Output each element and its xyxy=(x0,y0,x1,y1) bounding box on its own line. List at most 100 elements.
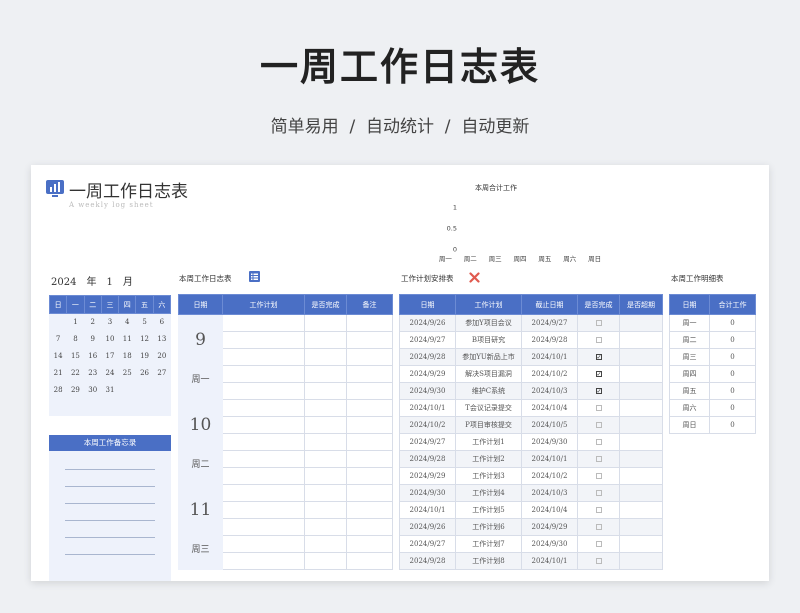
log-plan-cell[interactable] xyxy=(222,484,305,502)
log-done-cell[interactable] xyxy=(304,467,347,485)
log-done-cell[interactable] xyxy=(304,314,347,332)
calendar-day[interactable]: 16 xyxy=(83,347,102,365)
log-note-cell[interactable] xyxy=(346,535,393,553)
checkbox[interactable] xyxy=(595,320,602,326)
log-done-cell[interactable] xyxy=(304,450,347,468)
plan-task-cell: 解决S项目漏洞 xyxy=(455,365,522,383)
calendar-day[interactable]: 8 xyxy=(66,330,85,348)
log-plan-cell[interactable] xyxy=(222,552,305,570)
checkbox[interactable] xyxy=(595,558,602,564)
calendar-day[interactable]: 25 xyxy=(118,364,137,382)
log-note-cell[interactable] xyxy=(346,382,393,400)
log-done-cell[interactable] xyxy=(304,552,347,570)
checkbox[interactable] xyxy=(595,541,602,547)
log-note-cell[interactable] xyxy=(346,399,393,417)
log-plan-cell[interactable] xyxy=(222,416,305,434)
log-note-cell[interactable] xyxy=(346,450,393,468)
calendar-day[interactable]: 30 xyxy=(83,381,102,399)
checkbox[interactable] xyxy=(595,490,602,496)
calendar-day[interactable]: 17 xyxy=(100,347,120,365)
memo-line[interactable] xyxy=(65,520,155,521)
calendar-day[interactable]: 9 xyxy=(83,330,102,348)
log-note-cell[interactable] xyxy=(346,365,393,383)
calendar-day[interactable]: 11 xyxy=(118,330,137,348)
calendar-day[interactable]: 12 xyxy=(135,330,154,348)
log-note-cell[interactable] xyxy=(346,348,393,366)
calendar-year[interactable]: 2024 xyxy=(51,277,76,288)
calendar-day[interactable]: 10 xyxy=(100,330,120,348)
log-plan-cell[interactable] xyxy=(222,501,305,519)
calendar-day[interactable]: 1 xyxy=(66,313,85,331)
calendar-day[interactable]: 29 xyxy=(66,381,85,399)
checkbox[interactable]: ✓ xyxy=(595,371,602,378)
memo-line[interactable] xyxy=(65,486,155,487)
checkbox[interactable] xyxy=(595,473,602,479)
calendar-day[interactable]: 23 xyxy=(83,364,102,382)
checkbox[interactable] xyxy=(595,524,602,530)
calendar-day[interactable]: 27 xyxy=(152,364,172,382)
log-plan-cell[interactable] xyxy=(222,365,305,383)
checkbox[interactable]: ✓ xyxy=(595,354,602,361)
calendar-month[interactable]: 1 xyxy=(106,277,112,288)
log-done-cell[interactable] xyxy=(304,365,347,383)
calendar-day[interactable]: 28 xyxy=(48,381,68,399)
memo-line[interactable] xyxy=(65,503,155,504)
log-plan-cell[interactable] xyxy=(222,518,305,536)
memo-line[interactable] xyxy=(65,469,155,470)
checkbox[interactable] xyxy=(595,337,602,343)
calendar-day[interactable]: 3 xyxy=(100,313,120,331)
calendar-day[interactable]: 13 xyxy=(152,330,172,348)
calendar-day[interactable]: 14 xyxy=(48,347,68,365)
calendar-day[interactable]: 22 xyxy=(66,364,85,382)
log-done-cell[interactable] xyxy=(304,382,347,400)
log-plan-cell[interactable] xyxy=(222,382,305,400)
log-plan-cell[interactable] xyxy=(222,331,305,349)
calendar-day[interactable]: 4 xyxy=(118,313,137,331)
log-plan-cell[interactable] xyxy=(222,535,305,553)
calendar-day[interactable]: 24 xyxy=(100,364,120,382)
log-done-cell[interactable] xyxy=(304,501,347,519)
calendar-day[interactable]: 15 xyxy=(66,347,85,365)
log-note-cell[interactable] xyxy=(346,518,393,536)
log-note-cell[interactable] xyxy=(346,501,393,519)
log-note-cell[interactable] xyxy=(346,467,393,485)
calendar-day[interactable]: 20 xyxy=(152,347,172,365)
log-done-cell[interactable] xyxy=(304,348,347,366)
calendar-day[interactable]: 26 xyxy=(135,364,154,382)
checkbox[interactable] xyxy=(595,405,602,411)
log-plan-cell[interactable] xyxy=(222,433,305,451)
calendar-day[interactable]: 31 xyxy=(100,381,120,399)
log-plan-cell[interactable] xyxy=(222,348,305,366)
log-done-cell[interactable] xyxy=(304,535,347,553)
checkbox[interactable] xyxy=(595,456,602,462)
log-note-cell[interactable] xyxy=(346,552,393,570)
log-done-cell[interactable] xyxy=(304,433,347,451)
calendar-day[interactable]: 6 xyxy=(152,313,172,331)
log-plan-cell[interactable] xyxy=(222,314,305,332)
log-done-cell[interactable] xyxy=(304,416,347,434)
calendar-day[interactable]: 18 xyxy=(118,347,137,365)
calendar-day[interactable]: 19 xyxy=(135,347,154,365)
memo-line[interactable] xyxy=(65,554,155,555)
log-note-cell[interactable] xyxy=(346,314,393,332)
log-done-cell[interactable] xyxy=(304,331,347,349)
calendar-day[interactable]: 2 xyxy=(83,313,102,331)
log-note-cell[interactable] xyxy=(346,433,393,451)
memo-line[interactable] xyxy=(65,537,155,538)
calendar-day[interactable]: 7 xyxy=(48,330,68,348)
log-done-cell[interactable] xyxy=(304,484,347,502)
log-note-cell[interactable] xyxy=(346,331,393,349)
checkbox[interactable] xyxy=(595,422,602,428)
calendar-day[interactable]: 21 xyxy=(48,364,68,382)
log-plan-cell[interactable] xyxy=(222,450,305,468)
checkbox[interactable]: ✓ xyxy=(595,388,602,395)
calendar-day[interactable]: 5 xyxy=(135,313,154,331)
log-done-cell[interactable] xyxy=(304,399,347,417)
log-plan-cell[interactable] xyxy=(222,399,305,417)
log-note-cell[interactable] xyxy=(346,484,393,502)
log-note-cell[interactable] xyxy=(346,416,393,434)
log-done-cell[interactable] xyxy=(304,518,347,536)
checkbox[interactable] xyxy=(595,507,602,513)
checkbox[interactable] xyxy=(595,439,602,445)
log-plan-cell[interactable] xyxy=(222,467,305,485)
